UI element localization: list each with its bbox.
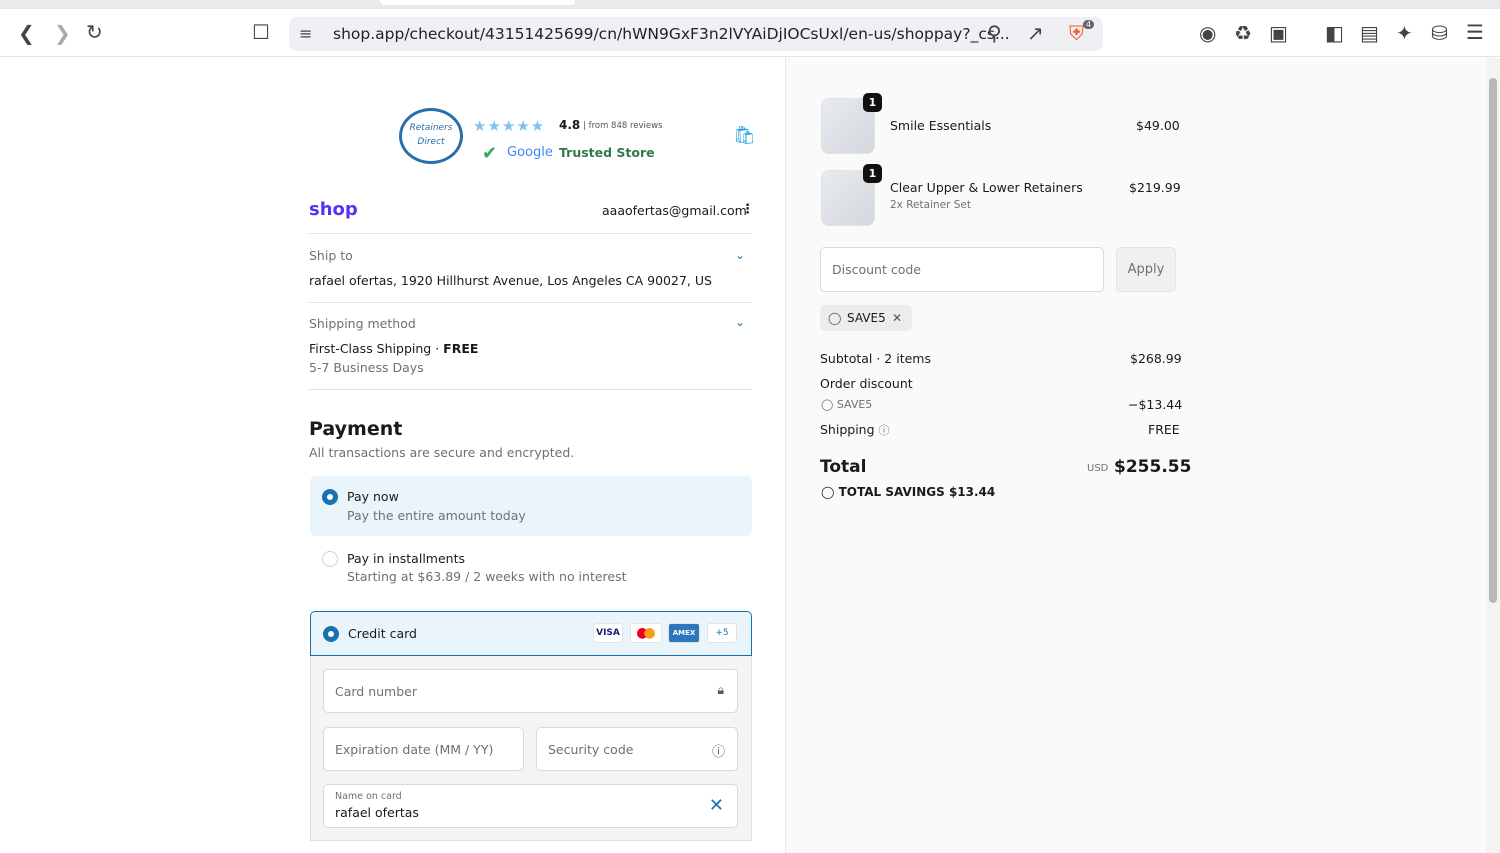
order-summary: [786, 58, 1486, 853]
discount-tag-code: SAVE5: [847, 311, 886, 325]
shield-count: 4: [1083, 20, 1095, 29]
discount-code-input[interactable]: Discount code: [820, 247, 1104, 292]
card-number-input[interactable]: Card number 🔒︎: [323, 669, 738, 713]
item-variant: 2x Retainer Set: [890, 199, 971, 211]
lock-icon: 🔒︎: [717, 682, 724, 697]
name-on-card-label: Name on card: [335, 791, 402, 802]
account-email: aaaofertas@gmail.com: [602, 203, 747, 218]
trusted-store-label: Trusted Store: [559, 145, 655, 160]
ship-to-address: rafael ofertas, 1920 Hillhurst Avenue, L…: [309, 273, 712, 288]
shipping-method-chevron-icon[interactable]: ⌄: [735, 315, 745, 329]
wallet-ext-icon[interactable]: ◉: [1199, 23, 1216, 43]
pay-now-label: Pay now: [347, 489, 399, 504]
installments-label[interactable]: Pay in installments: [347, 551, 465, 566]
payment-title: Payment: [309, 418, 403, 440]
shipping-method-label: Shipping method: [309, 316, 416, 331]
ship-to-chevron-icon[interactable]: ⌄: [735, 248, 745, 262]
security-code-input[interactable]: Security code ⓘ: [536, 727, 738, 771]
remove-discount-icon[interactable]: ✕: [892, 305, 902, 331]
expiry-input[interactable]: Expiration date (MM / YY): [323, 727, 524, 771]
security-placeholder: Security code: [548, 742, 634, 757]
total-savings: TOTAL SAVINGS $13.44: [838, 485, 996, 499]
cart-bag-icon[interactable]: 🛍: [733, 125, 756, 146]
scrollbar[interactable]: [1486, 58, 1500, 853]
name-on-card-input[interactable]: Name on card rafael ofertas ✕: [323, 784, 738, 828]
shop-logo: shop: [309, 199, 358, 220]
separator: ·: [435, 341, 440, 356]
review-count: from 848 reviews: [588, 121, 663, 131]
quantity-badge: 1: [863, 93, 882, 112]
shipping-method-name: First-Class Shipping: [309, 341, 432, 356]
more-options-icon[interactable]: ⋮: [741, 202, 754, 217]
google-check-icon: ✔: [482, 143, 498, 164]
total-value: $255.55: [1114, 457, 1192, 477]
subtotal-value: $268.99: [1130, 351, 1182, 366]
extensions-icon[interactable]: ♻: [1234, 23, 1252, 43]
next-section: [310, 840, 752, 853]
item-price: $49.00: [1136, 118, 1180, 133]
shipping-method-price: FREE: [443, 341, 479, 356]
brave-shield-icon[interactable]: ⛨: [1069, 23, 1084, 43]
leo-ai-icon[interactable]: ✦: [1396, 23, 1413, 43]
wallet-icon[interactable]: ▤: [1360, 23, 1379, 43]
pay-now-option[interactable]: [310, 476, 752, 536]
name-on-card-value: rafael ofertas: [335, 805, 419, 820]
rating-stars: ★★★★★: [473, 117, 546, 135]
active-tab[interactable]: [380, 0, 575, 5]
address-bar[interactable]: ≡ shop.app/checkout/43151425699/cn/hWN9G…: [289, 17, 1103, 51]
credit-card-label: Credit card: [348, 626, 417, 641]
shipping-info-icon[interactable]: ⓘ: [879, 424, 890, 437]
url-text[interactable]: shop.app/checkout/43151425699/cn/hWN9GxF…: [333, 25, 1010, 43]
google-label: Google: [507, 145, 553, 160]
order-discount-label: Order discount: [820, 376, 913, 391]
reader-icon[interactable]: ▣: [1269, 23, 1288, 43]
shipping-label: Shipping: [820, 422, 875, 437]
apply-button[interactable]: Apply: [1116, 247, 1176, 292]
rating-value: 4.8: [559, 118, 581, 132]
scrollbar-thumb[interactable]: [1489, 78, 1497, 603]
forward-icon[interactable]: ❯: [54, 23, 71, 43]
expiry-placeholder: Expiration date (MM / YY): [335, 742, 494, 757]
back-icon[interactable]: ❮: [18, 23, 35, 43]
credit-card-radio[interactable]: [323, 626, 339, 642]
installments-radio[interactable]: [322, 551, 338, 567]
card-number-placeholder: Card number: [335, 684, 418, 699]
quantity-badge: 1: [863, 164, 882, 183]
bookmark-icon[interactable]: ☐: [252, 22, 270, 42]
vpn-icon[interactable]: ⛁: [1431, 23, 1448, 43]
clear-icon[interactable]: ✕: [709, 795, 724, 816]
installments-desc: Starting at $63.89 / 2 weeks with no int…: [347, 569, 627, 584]
item-name: Clear Upper & Lower Retainers: [890, 180, 1083, 195]
menu-icon[interactable]: ☰: [1466, 22, 1484, 42]
subtotal-label: Subtotal · 2 items: [820, 351, 931, 366]
pay-now-radio[interactable]: [322, 489, 338, 505]
help-icon[interactable]: ⓘ: [712, 741, 725, 760]
more-cards-badge: +5: [707, 623, 737, 643]
discount-amount: −$13.44: [1128, 397, 1183, 412]
pay-now-desc: Pay the entire amount today: [347, 508, 526, 523]
reload-icon[interactable]: ↻: [86, 22, 103, 42]
tag-icon: ◯: [828, 311, 842, 325]
tab-strip: [0, 0, 1500, 9]
visa-icon: VISA: [593, 623, 623, 643]
shipping-value: FREE: [1148, 422, 1180, 437]
sidebar-icon[interactable]: ◧: [1325, 23, 1344, 43]
item-price: $219.99: [1129, 180, 1181, 195]
discount-tag: SAVE5 ◯ ✕: [820, 305, 912, 331]
site-settings-icon[interactable]: ≡: [299, 24, 312, 44]
discount-code: SAVE5: [836, 398, 873, 411]
item-name: Smile Essentials: [890, 118, 992, 133]
total-label: Total: [820, 457, 867, 477]
payment-subtitle: All transactions are secure and encrypte…: [309, 445, 575, 460]
shipping-eta: 5-7 Business Days: [309, 360, 424, 375]
browser-toolbar: ❮ ❯ ↻ ☐ ≡ shop.app/checkout/43151425699/…: [0, 9, 1500, 57]
share-icon[interactable]: ↗: [1027, 23, 1044, 43]
discount-placeholder: Discount code: [832, 262, 921, 277]
ship-to-label: Ship to: [309, 248, 353, 263]
amex-icon: AMEX: [668, 623, 700, 643]
zoom-icon[interactable]: ⚲: [987, 23, 1002, 43]
currency: USD: [1087, 463, 1109, 474]
store-logo[interactable]: Retainers Direct: [399, 108, 463, 164]
mastercard-icon: ●●: [630, 623, 662, 643]
